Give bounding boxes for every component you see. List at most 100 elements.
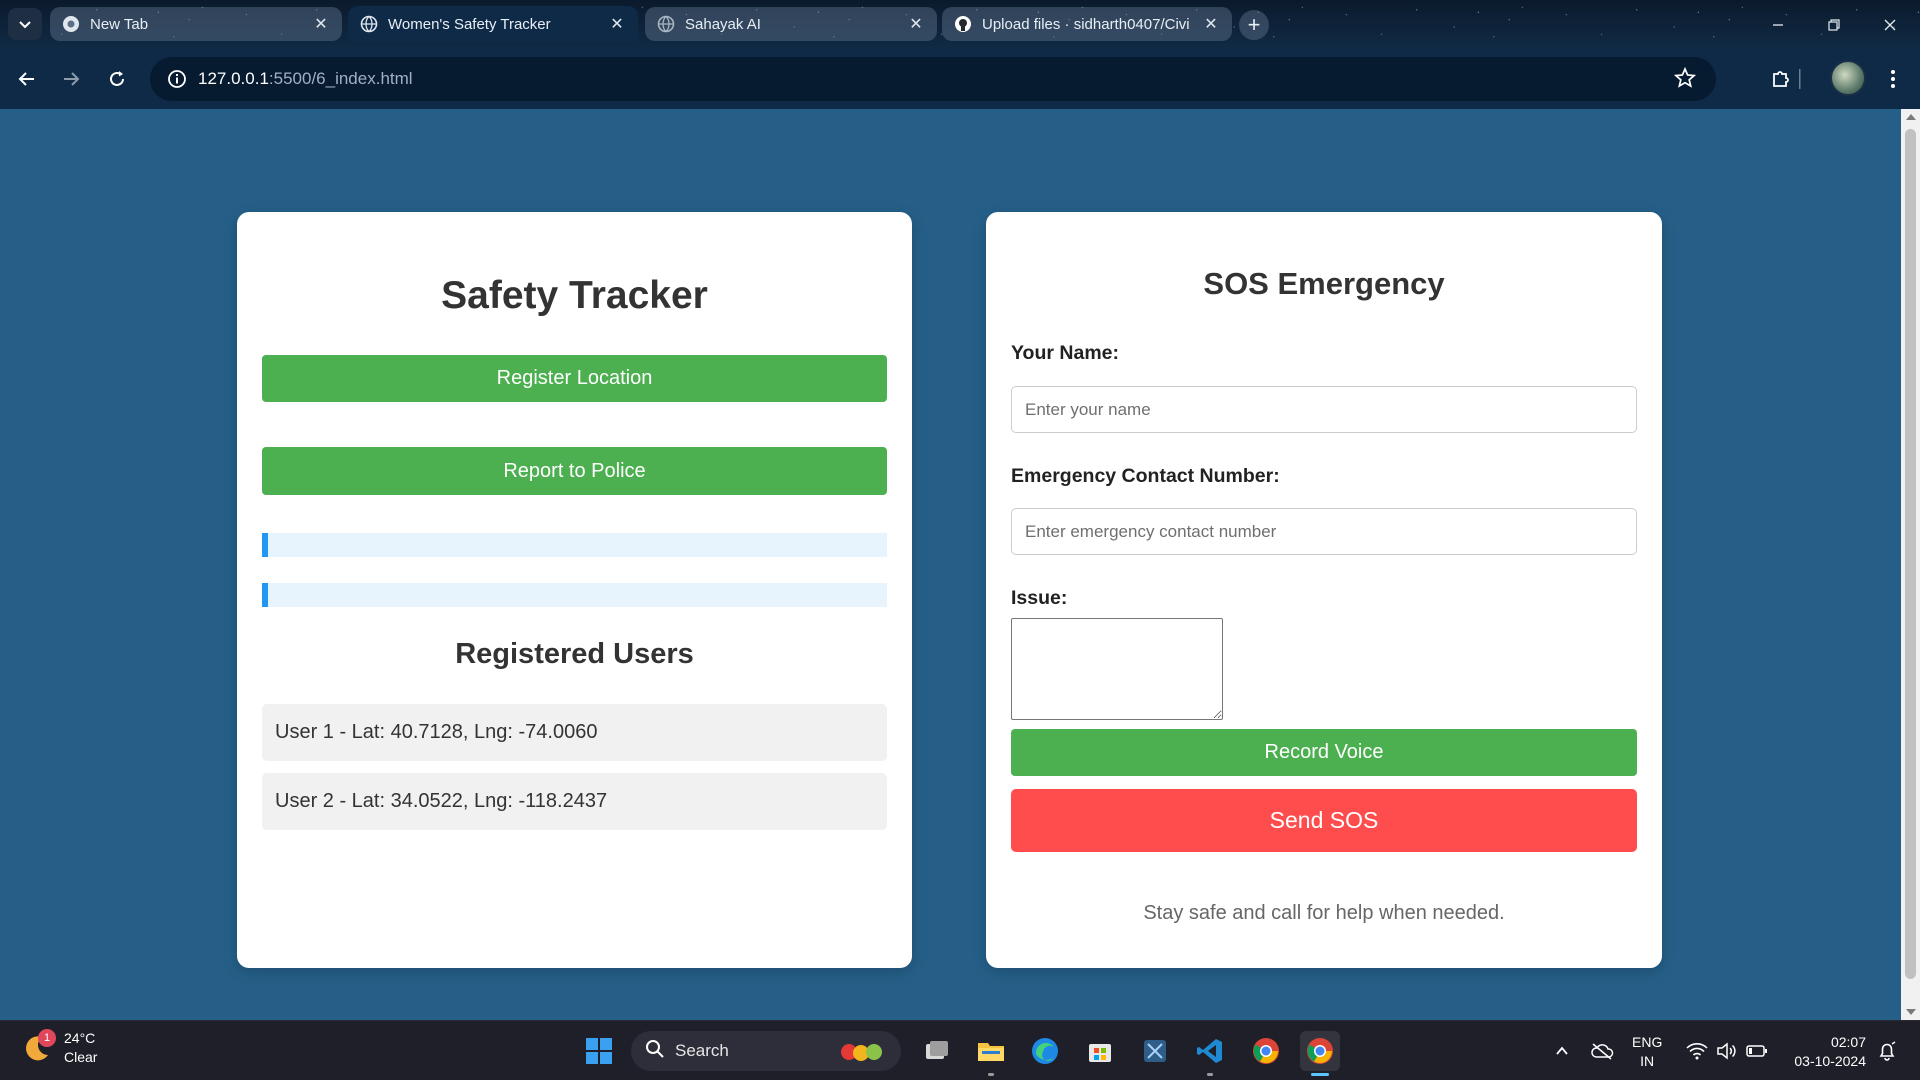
task-view-icon	[926, 1041, 948, 1059]
close-icon[interactable]: ✕	[1202, 14, 1220, 34]
system-clock[interactable]: 02:07 03-10-2024	[1786, 1033, 1866, 1071]
tab-sahayak-ai[interactable]: Sahayak AI ✕	[645, 7, 937, 41]
url-path: :5500/6_index.html	[268, 69, 413, 88]
clock-date: 03-10-2024	[1794, 1053, 1866, 1069]
windows-logo-icon	[586, 1038, 612, 1064]
restore-button[interactable]	[1806, 0, 1862, 49]
cloud-off-icon	[1591, 1043, 1614, 1060]
reload-icon	[110, 71, 124, 86]
microsoft-store-button[interactable]	[1080, 1031, 1120, 1071]
folder-icon	[978, 1043, 1004, 1061]
active-indicator	[1311, 1073, 1329, 1076]
back-button[interactable]	[11, 63, 43, 95]
task-view-button[interactable]	[917, 1031, 957, 1071]
progress-fill	[262, 533, 269, 557]
new-tab-button[interactable]: +	[1239, 10, 1269, 40]
issue-textarea[interactable]	[1011, 618, 1223, 720]
plus-icon: +	[1247, 12, 1261, 37]
weather-widget[interactable]: 1 24°C Clear	[20, 1029, 97, 1067]
start-button[interactable]	[579, 1031, 619, 1071]
safety-footnote: Stay safe and call for help when needed.	[1143, 902, 1505, 924]
arrow-right-icon	[64, 72, 80, 86]
close-window-button[interactable]	[1862, 0, 1918, 49]
globe-icon	[360, 15, 378, 33]
onedrive-status[interactable]	[1588, 1021, 1616, 1080]
tab-title: Sahayak AI	[685, 15, 761, 33]
chrome-active-button[interactable]	[1300, 1031, 1340, 1071]
restore-icon	[1828, 18, 1840, 31]
vscode-button[interactable]	[1190, 1031, 1230, 1071]
emergency-contact-input[interactable]	[1011, 508, 1637, 555]
tab-search-button[interactable]	[8, 8, 42, 40]
tab-title: Women's Safety Tracker	[388, 15, 551, 33]
toolbar-divider	[1797, 63, 1803, 95]
chrome-icon	[62, 15, 80, 33]
weather-description: Clear	[64, 1049, 98, 1065]
github-icon	[954, 15, 972, 33]
sos-emergency-card: SOS Emergency Your Name: Emergency Conta…	[986, 212, 1662, 968]
profile-avatar[interactable]	[1830, 60, 1866, 96]
forward-button[interactable]	[55, 63, 87, 95]
puzzle-icon	[1773, 71, 1789, 87]
notifications-button[interactable]	[1874, 1021, 1900, 1080]
search-highlight-icon	[839, 1039, 885, 1068]
chrome-icon	[1307, 1038, 1333, 1064]
wifi-icon	[1686, 1043, 1708, 1060]
address-bar[interactable]: 127.0.0.1:5500/6_index.html	[150, 57, 1716, 101]
scrollbar-thumb[interactable]	[1905, 129, 1916, 979]
edge-icon	[1032, 1038, 1058, 1064]
safety-tracker-card: Safety Tracker Register Location Report …	[237, 212, 912, 968]
browser-toolbar: 127.0.0.1:5500/6_index.html	[0, 49, 1920, 109]
chrome-button[interactable]	[1246, 1031, 1286, 1071]
contact-label: Emergency Contact Number:	[1011, 465, 1280, 487]
registered-users-heading: Registered Users	[455, 638, 694, 670]
file-explorer-button[interactable]	[971, 1031, 1011, 1071]
menu-button[interactable]	[1877, 63, 1909, 95]
extensions-button[interactable]	[1765, 63, 1797, 95]
battery-status[interactable]	[1744, 1021, 1770, 1080]
minimize-button[interactable]	[1750, 0, 1806, 49]
speaker-icon	[1717, 1042, 1736, 1060]
edge-button[interactable]	[1025, 1031, 1065, 1071]
running-indicator	[1207, 1073, 1213, 1076]
snipping-tool-button[interactable]	[1135, 1031, 1175, 1071]
send-sos-button[interactable]: Send SOS	[1011, 789, 1637, 852]
bookmark-star-icon[interactable]	[1673, 66, 1697, 94]
show-hidden-icons-button[interactable]	[1550, 1021, 1574, 1080]
volume-status[interactable]	[1714, 1021, 1740, 1080]
close-icon[interactable]: ✕	[608, 14, 626, 34]
language-code: ENG	[1632, 1034, 1663, 1050]
taskbar-search-box[interactable]: Search	[631, 1031, 901, 1071]
chevron-up-icon	[1556, 1046, 1568, 1055]
page-viewport: Safety Tracker Register Location Report …	[0, 109, 1901, 1020]
page-scrollbar[interactable]	[1901, 109, 1920, 1020]
report-to-police-button[interactable]: Report to Police	[262, 447, 887, 495]
scroll-down-arrow-icon[interactable]	[1906, 1009, 1916, 1015]
close-icon[interactable]: ✕	[312, 14, 330, 34]
record-voice-button[interactable]: Record Voice	[1011, 729, 1637, 776]
more-vertical-icon	[1891, 70, 1895, 88]
tab-new-tab[interactable]: New Tab ✕	[50, 7, 342, 41]
chrome-icon	[1253, 1038, 1279, 1064]
tab-title: Upload files · sidharth0407/Civi	[982, 15, 1190, 33]
windows-taskbar: 1 24°C Clear Search ENG IN 02:07 03-10-2…	[0, 1020, 1920, 1080]
safety-tracker-title: Safety Tracker	[441, 274, 708, 317]
site-info-icon[interactable]	[164, 66, 190, 92]
clock-time: 02:07	[1830, 1034, 1866, 1050]
scroll-up-arrow-icon[interactable]	[1906, 114, 1916, 120]
arrow-left-icon	[18, 72, 34, 86]
register-location-button[interactable]: Register Location	[262, 355, 887, 402]
tab-upload-files[interactable]: Upload files · sidharth0407/Civi ✕	[942, 7, 1232, 41]
language-indicator[interactable]: ENG IN	[1632, 1033, 1662, 1071]
battery-icon	[1746, 1045, 1767, 1057]
issue-label: Issue:	[1011, 587, 1068, 609]
tab-womens-safety-tracker[interactable]: Women's Safety Tracker ✕	[348, 6, 638, 42]
running-indicator	[988, 1073, 994, 1076]
globe-icon	[657, 15, 675, 33]
weather-temperature: 24°C	[64, 1030, 96, 1046]
close-icon[interactable]: ✕	[907, 14, 925, 34]
wifi-status[interactable]	[1684, 1021, 1710, 1080]
name-input[interactable]	[1011, 386, 1637, 433]
name-label: Your Name:	[1011, 342, 1119, 364]
reload-button[interactable]	[101, 63, 133, 95]
